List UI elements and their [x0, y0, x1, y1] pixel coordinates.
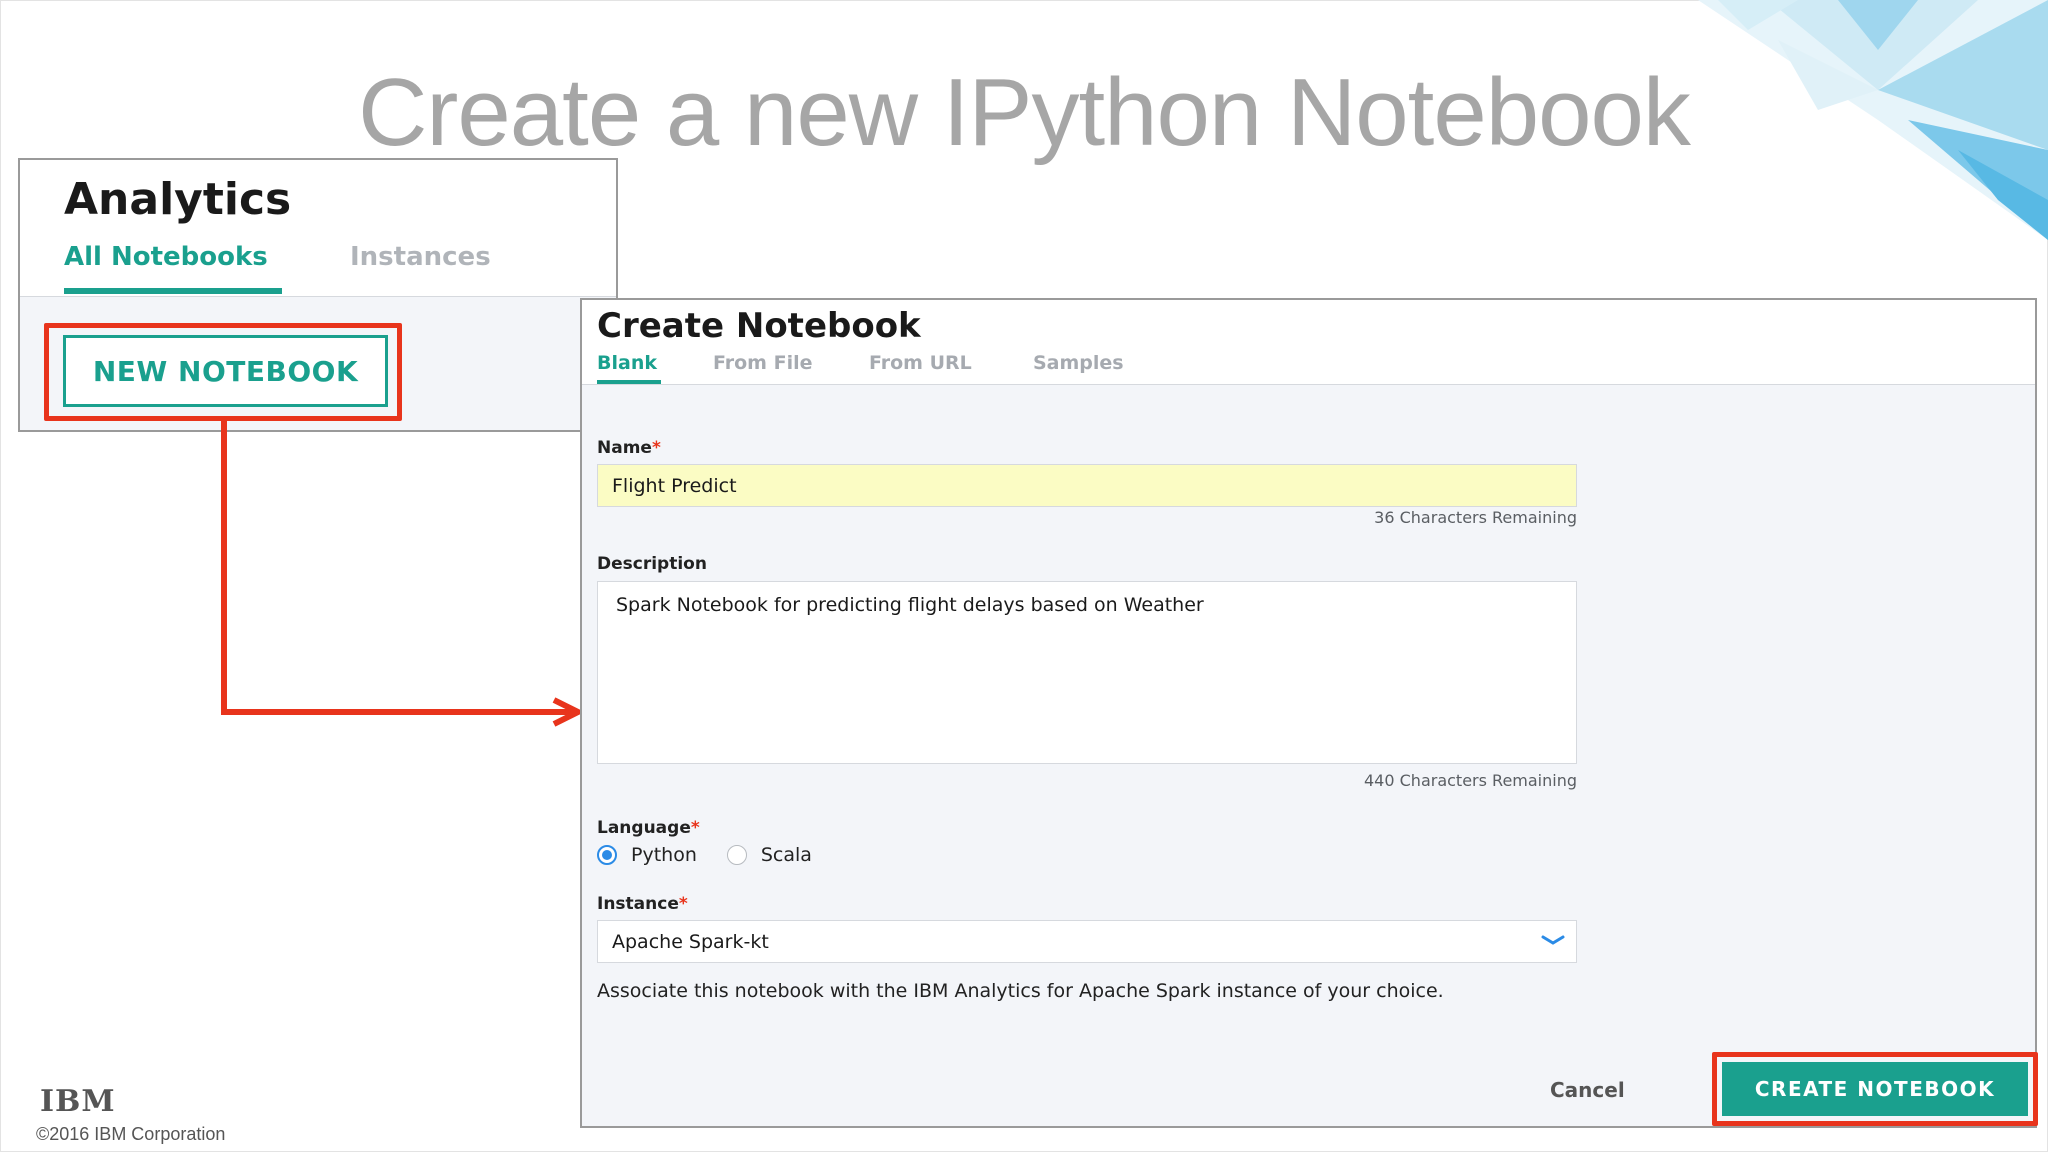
chevron-down-icon[interactable] [1540, 929, 1566, 953]
description-label: Description [597, 554, 707, 574]
tab-blank[interactable]: Blank [597, 352, 657, 374]
slide-title: Create a new IPython Notebook [358, 59, 1691, 166]
name-label-text: Name [597, 438, 652, 458]
description-characters-remaining: 440 Characters Remaining [1364, 771, 1577, 790]
tab-instances[interactable]: Instances [350, 242, 491, 272]
dialog-header: Create Notebook Blank From File From URL… [582, 300, 2035, 385]
radio-python-label: Python [631, 844, 697, 866]
instance-label: Instance* [597, 894, 688, 914]
instance-help-text: Associate this notebook with the IBM Ana… [597, 980, 1444, 1002]
language-label-text: Language [597, 818, 691, 838]
analytics-header: Analytics All Notebooks Instances [20, 160, 616, 297]
required-mark: * [678, 894, 688, 914]
radio-scala-label: Scala [760, 844, 812, 866]
dialog-active-tab-indicator [597, 380, 661, 384]
radio-checked-icon[interactable] [597, 845, 617, 865]
required-mark: * [690, 818, 700, 838]
instance-label-text: Instance [597, 894, 679, 914]
language-radio-group: Python Scala [597, 840, 842, 870]
tab-from-url[interactable]: From URL [869, 352, 972, 374]
radio-python[interactable]: Python [597, 844, 697, 866]
tab-samples[interactable]: Samples [1033, 352, 1124, 374]
slide: Create a new IPython Notebook Analytics … [0, 0, 2048, 1152]
name-label: Name* [597, 438, 661, 458]
radio-unchecked-icon[interactable] [726, 845, 747, 865]
instance-select-value: Apache Spark-kt [612, 931, 769, 953]
analytics-title: Analytics [64, 174, 292, 225]
name-field[interactable]: Flight Predict [597, 464, 1577, 507]
create-notebook-dialog: Create Notebook Blank From File From URL… [580, 298, 2037, 1128]
required-mark: * [651, 438, 661, 458]
dialog-title: Create Notebook [597, 306, 921, 346]
instance-select[interactable]: Apache Spark-kt [597, 920, 1577, 963]
description-field[interactable]: Spark Notebook for predicting flight del… [597, 581, 1577, 764]
copyright-text: ©2016 IBM Corporation [36, 1124, 226, 1144]
active-tab-indicator [64, 288, 282, 294]
tab-from-file[interactable]: From File [713, 352, 813, 374]
language-label: Language* [597, 818, 700, 838]
cancel-button[interactable]: Cancel [1550, 1078, 1625, 1102]
ibm-logo: IBM [40, 1084, 116, 1119]
new-notebook-button[interactable]: NEW NOTEBOOK [63, 335, 388, 407]
name-characters-remaining: 36 Characters Remaining [1374, 508, 1577, 527]
create-notebook-button[interactable]: CREATE NOTEBOOK [1722, 1062, 2028, 1116]
radio-scala[interactable]: Scala [726, 844, 812, 866]
tab-all-notebooks[interactable]: All Notebooks [64, 242, 268, 272]
